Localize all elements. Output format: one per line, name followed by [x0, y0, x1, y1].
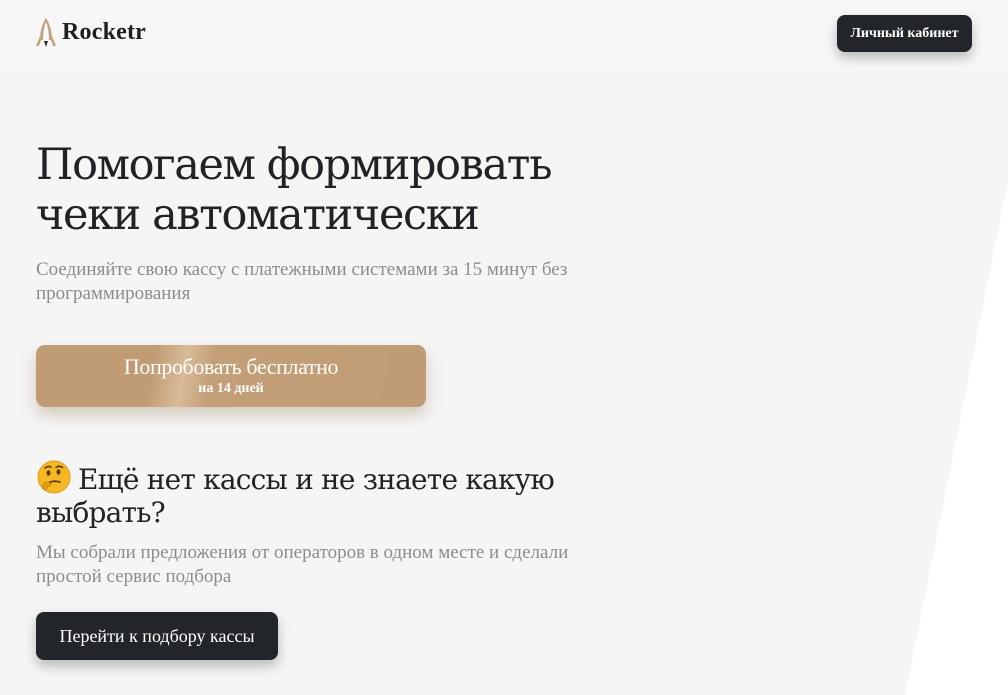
no-kassa-heading-text: Ещё нет кассы и не знаете какую выбрать?	[36, 463, 555, 529]
hero-subtitle: Соединяйте свою кассу с платежными систе…	[36, 259, 568, 304]
try-free-button[interactable]: Попробовать бесплатно на 14 дней	[36, 345, 426, 407]
try-free-label: Попробовать бесплатно	[123, 354, 339, 379]
no-kassa-subtitle: Мы собрали предложения от операторов в о…	[36, 542, 569, 587]
go-to-kassa-selection-button[interactable]: Перейти к подбору кассы	[36, 612, 278, 660]
thinking-face-icon	[37, 460, 71, 494]
hero-title: Помогаем формировать чеки автоматически	[36, 140, 596, 240]
hero-title-line-1: Помогаем формировать	[36, 140, 552, 190]
main-content: Помогаем формировать чеки автоматически …	[36, 0, 596, 695]
try-free-duration: на 14 дней	[198, 381, 264, 396]
hero-title-line-2: чеки автоматически	[36, 190, 480, 240]
no-kassa-heading: Ещё нет кассы и не знаете какую выбрать?	[36, 459, 576, 529]
personal-cabinet-button[interactable]: Личный кабинет	[837, 15, 972, 52]
